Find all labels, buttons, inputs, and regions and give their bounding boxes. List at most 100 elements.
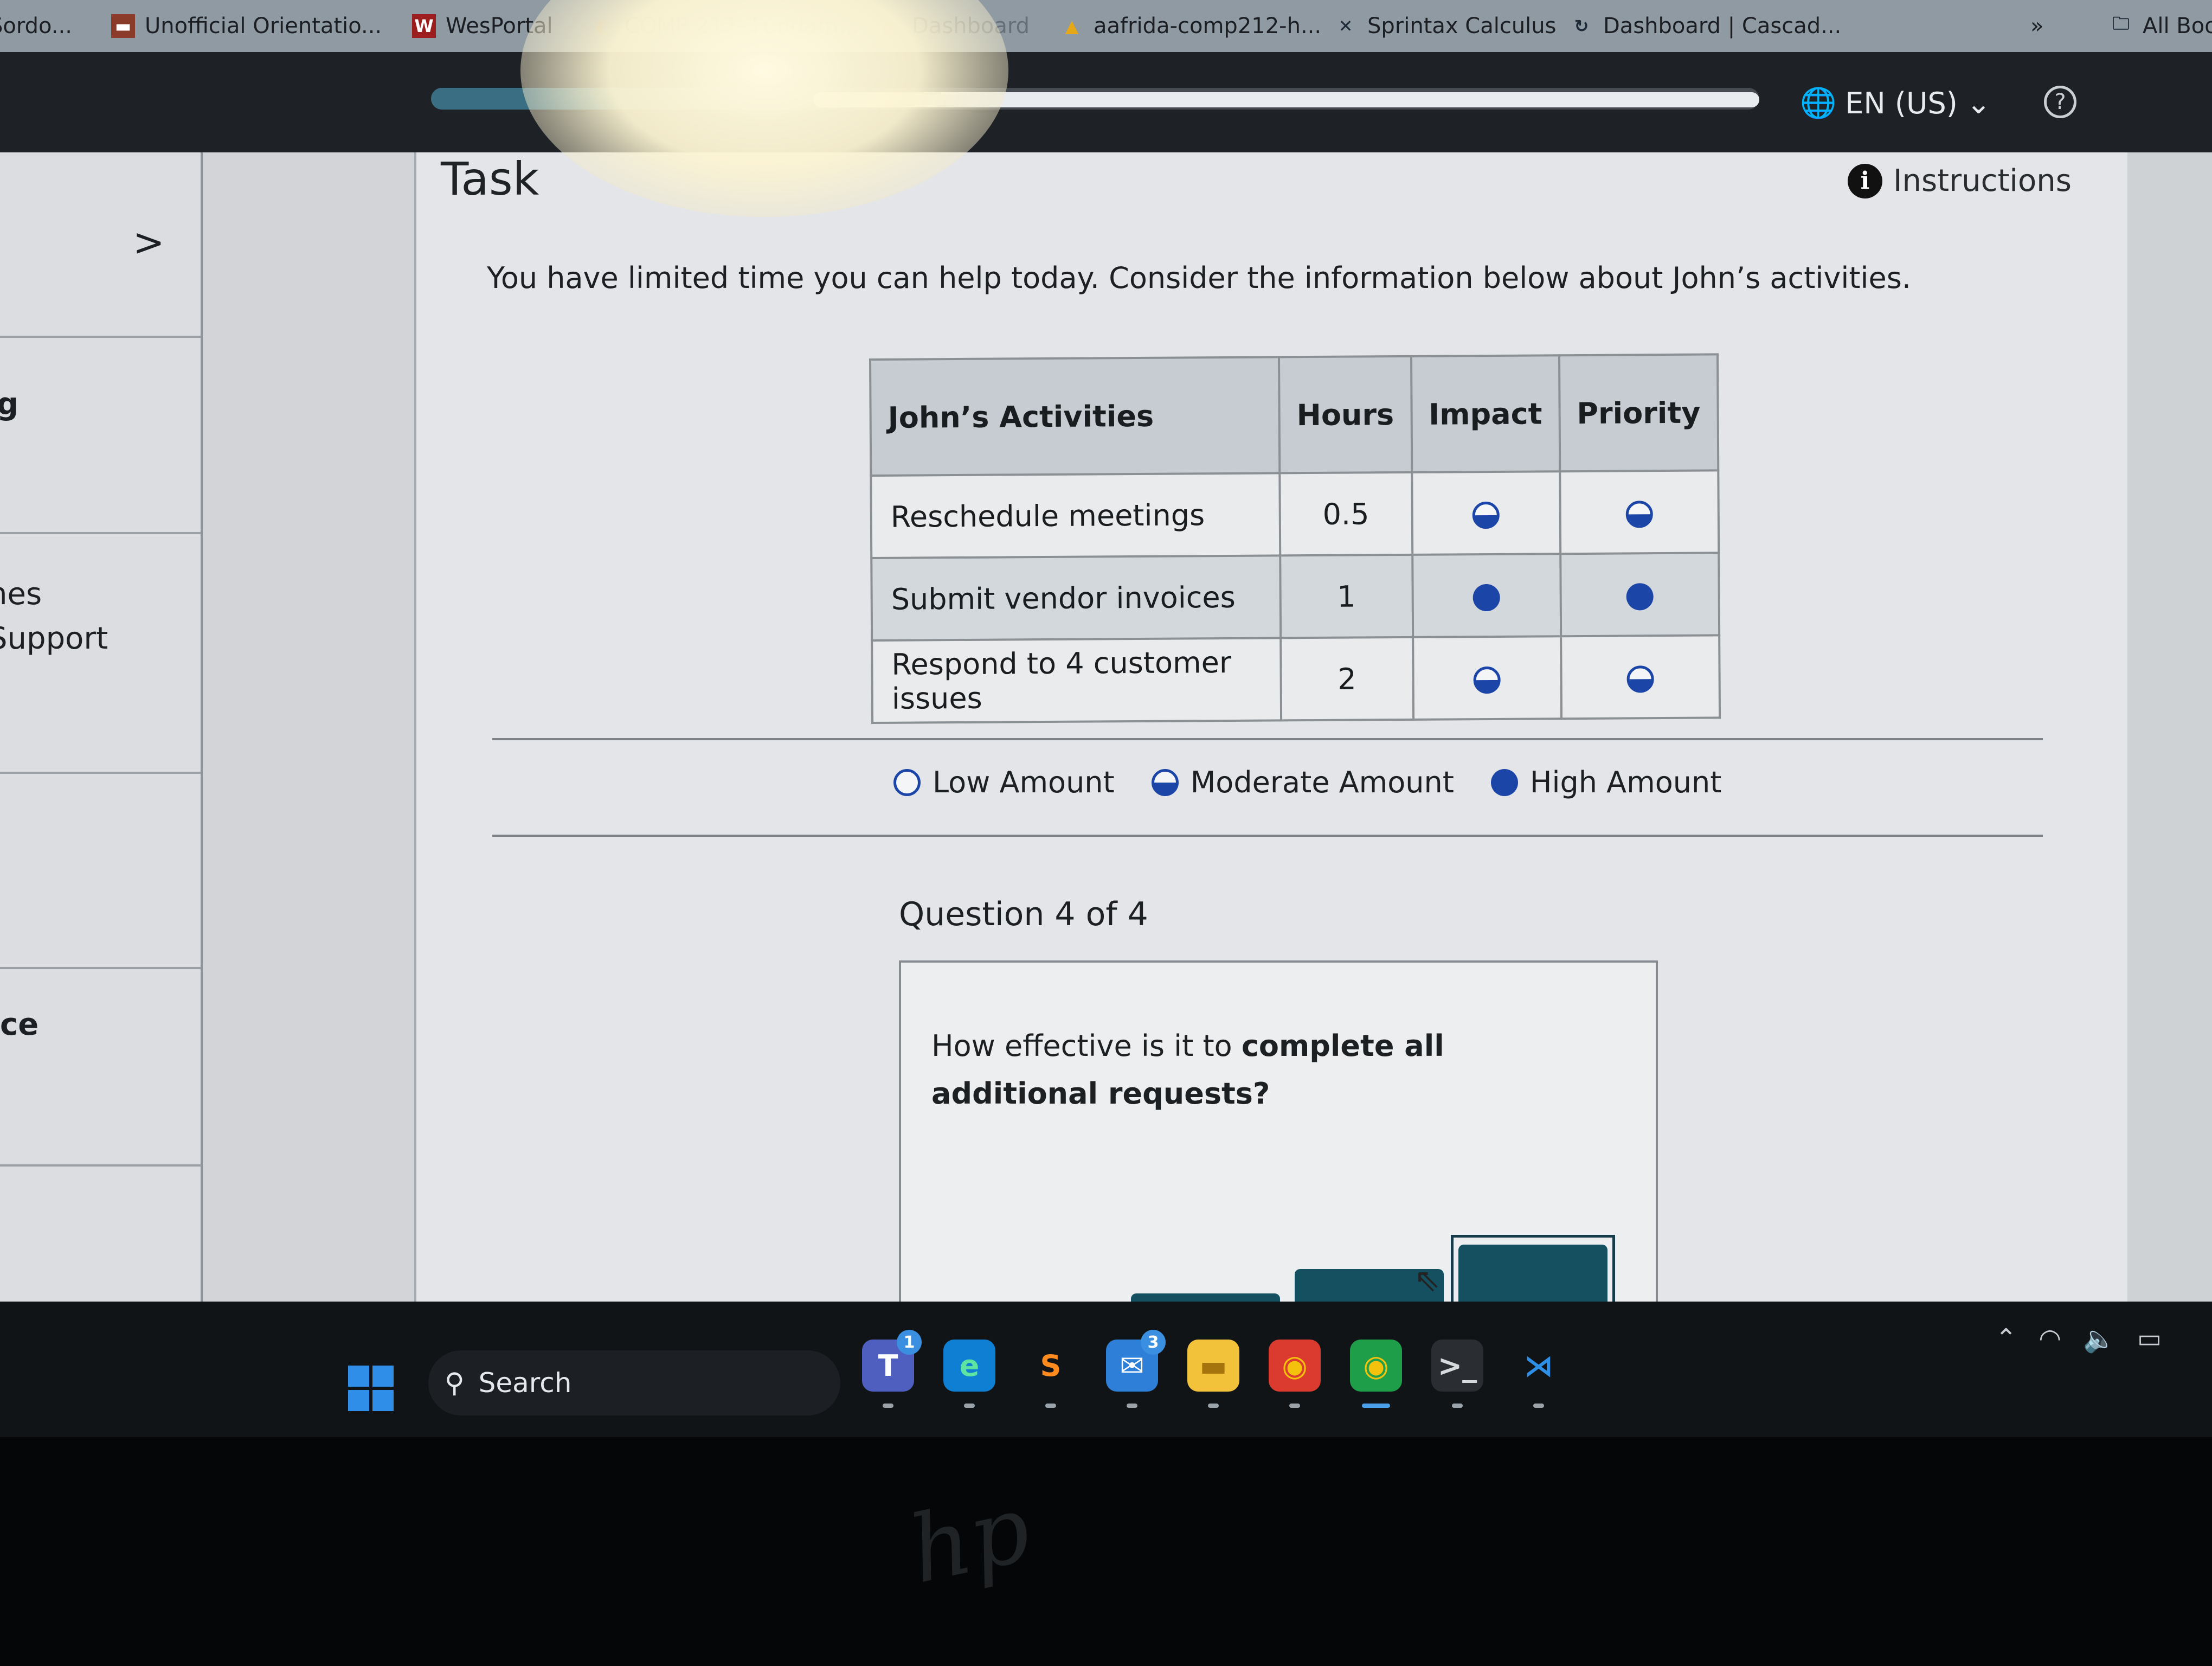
terminal-icon[interactable]: >_ [1431, 1340, 1483, 1408]
left-navigation: > g nes Support ce [0, 152, 203, 1362]
volume-icon[interactable]: 🔈 [2083, 1323, 2115, 1354]
bookmark-item[interactable]: ◐ COMP 212- Fundam... [591, 0, 859, 52]
search-label: Search [478, 1367, 572, 1399]
question-text-plain: How effective is it to [931, 1029, 1242, 1063]
w-logo-icon: W [412, 14, 436, 38]
info-icon: i [1848, 163, 1882, 198]
mouse-cursor-icon: ⇖ [1414, 1261, 1441, 1298]
activity-cell: Submit vendor invoices [871, 555, 1281, 640]
dashboard-icon: ▦ [882, 16, 899, 36]
bookmark-label: Dashboard | Cascad... [1603, 14, 1842, 39]
laptop-logo: hp [901, 1475, 1039, 1605]
chrome-profile-icon[interactable]: ◉ [1350, 1340, 1402, 1408]
impact-cell [1411, 471, 1561, 555]
more-bookmarks-icon: » [2030, 14, 2044, 39]
taskbar-search[interactable]: ⚲ Search [428, 1350, 840, 1415]
teams-icon[interactable]: T1 [862, 1330, 922, 1408]
table-row: Respond to 4 customer issues 2 [872, 635, 1720, 723]
table-row: Submit vendor invoices 1 [871, 553, 1719, 640]
language-selector[interactable]: 🌐 EN (US) ⌄ [1800, 81, 1991, 125]
column-header-hours: Hours [1278, 356, 1412, 473]
more-bookmarks-button[interactable]: » [2030, 0, 2043, 52]
column-header-priority: Priority [1559, 354, 1719, 472]
running-indicator [1362, 1404, 1390, 1408]
edge-icon[interactable]: e [943, 1340, 995, 1408]
folder-icon: 🗀 [2112, 13, 2130, 34]
running-indicator [1452, 1404, 1463, 1408]
sprintax-icon: ✕ [1338, 16, 1353, 36]
chevron-right-icon: > [133, 220, 165, 265]
moderate-amount-icon [1625, 501, 1653, 528]
wifi-icon[interactable]: ◠ [2039, 1323, 2061, 1354]
chrome-icon[interactable]: ◉ [1269, 1340, 1321, 1408]
moderate-amount-icon [1472, 501, 1500, 529]
bookmark-item[interactable]: W WesPortal [412, 0, 553, 52]
high-amount-icon [1472, 584, 1501, 612]
moderate-amount-icon [1151, 768, 1179, 796]
divider [492, 738, 2043, 740]
bookmark-label: Sprintax Calculus [1367, 14, 1557, 39]
bookmark-item[interactable]: ✕ Sprintax Calculus [1334, 0, 1557, 52]
question-mark-icon: ? [2054, 89, 2066, 114]
nav-item[interactable]: ce [0, 969, 201, 1167]
moderate-amount-icon [1473, 666, 1501, 694]
bookmark-item[interactable]: Sordo... [0, 0, 72, 52]
nav-item[interactable]: > [0, 152, 201, 338]
bookmark-label: aafrida-comp212-h... [1094, 14, 1322, 39]
question-counter: Question 4 of 4 [899, 895, 1148, 933]
impact-cell [1412, 636, 1561, 720]
bookmark-item[interactable]: ▬ Unofficial Orientatio... [111, 0, 382, 52]
progress-reflection [813, 92, 1759, 107]
battery-icon[interactable]: ▭ [2137, 1323, 2162, 1354]
notification-badge: 3 [1141, 1330, 1166, 1355]
table-header-row: John’s Activities Hours Impact Priority [870, 354, 1719, 476]
windows-start-icon[interactable] [348, 1366, 394, 1411]
bookmarks-bar: Sordo... ▬ Unofficial Orientatio... W We… [0, 0, 2212, 52]
page-title: Task [441, 152, 539, 206]
cascade-icon: ↻ [1574, 16, 1589, 36]
running-indicator [1208, 1404, 1219, 1408]
nav-item-label: g [0, 387, 19, 422]
page-gutter [203, 152, 414, 1362]
running-indicator [964, 1404, 975, 1408]
task-panel: Task i Instructions You have limited tim… [414, 152, 2127, 1380]
system-tray: ⌃ ◠ 🔈 ▭ [1995, 1323, 2162, 1354]
running-indicator [1289, 1404, 1300, 1408]
running-indicator [1127, 1404, 1137, 1408]
nav-item[interactable] [0, 774, 201, 969]
task-prompt: You have limited time you can help today… [487, 261, 1912, 295]
bookmark-label: WesPortal [446, 14, 553, 39]
question-text: How effective is it to complete all addi… [931, 1022, 1582, 1118]
bookmark-item[interactable]: ↻ Dashboard | Cascad... [1570, 0, 1842, 52]
bookmark-label: Sordo... [0, 14, 72, 39]
running-indicator [1533, 1404, 1544, 1408]
hours-cell: 1 [1280, 554, 1413, 638]
priority-cell [1560, 470, 1719, 554]
search-icon: ⚲ [445, 1367, 465, 1399]
file-explorer-icon[interactable]: ▬ [1187, 1340, 1239, 1408]
bookmark-item[interactable]: ▦ Dashboard [878, 0, 1030, 52]
bookmark-item[interactable]: ▲ aafrida-comp212-h... [1060, 0, 1321, 52]
legend-label-high: High Amount [1529, 765, 1722, 799]
course-icon: ◐ [595, 16, 610, 36]
drive-icon: ▲ [1065, 16, 1079, 36]
hours-cell: 0.5 [1279, 472, 1412, 556]
page-gutter-right [2127, 152, 2212, 1362]
vscode-icon[interactable]: ⋊ [1513, 1340, 1565, 1408]
low-amount-icon [893, 768, 921, 796]
activity-cell: Respond to 4 customer issues [872, 638, 1282, 723]
nav-item[interactable]: g [0, 338, 201, 534]
instructions-button[interactable]: i Instructions [1848, 163, 2072, 198]
running-indicator [1045, 1404, 1056, 1408]
bookmark-label: All Boo [2143, 14, 2212, 39]
chevron-up-icon[interactable]: ⌃ [1995, 1323, 2017, 1354]
moderate-amount-icon [1626, 665, 1654, 693]
nav-item[interactable]: nes Support [0, 534, 201, 774]
bookmark-item[interactable]: 🗀 All Boo [2109, 0, 2212, 52]
running-indicator [883, 1404, 893, 1408]
nav-item-label: nes Support [0, 576, 108, 656]
mail-icon[interactable]: ✉ 3 [1106, 1330, 1166, 1408]
priority-cell [1560, 553, 1719, 637]
help-button[interactable]: ? [2044, 86, 2076, 118]
sublime-icon[interactable]: S [1025, 1340, 1077, 1408]
